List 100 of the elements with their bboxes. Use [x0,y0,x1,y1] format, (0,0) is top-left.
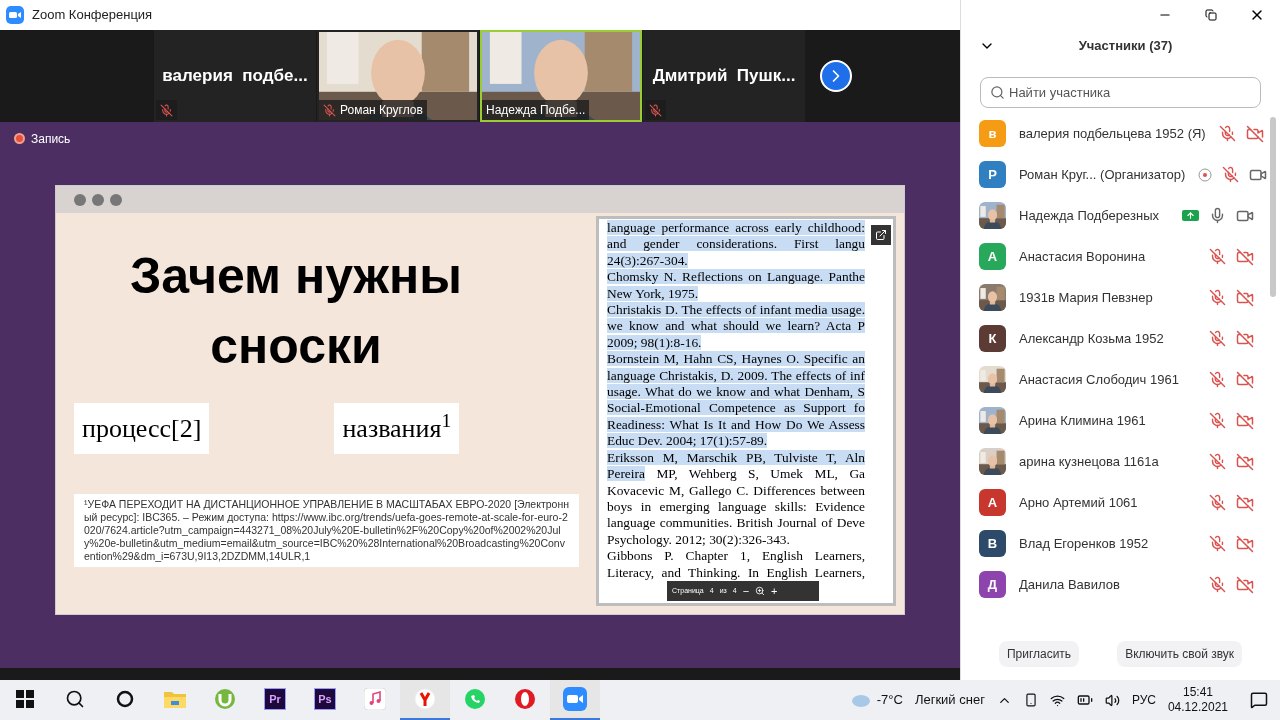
video-tile[interactable]: валерия подбе... [154,30,316,122]
participant-row[interactable]: А Арно Артемий 1061 [961,482,1280,523]
muted-mic-icon[interactable] [1218,125,1236,142]
video-off-icon[interactable] [1236,370,1254,389]
app-icon: Ps [314,688,336,710]
phone-icon[interactable] [1023,693,1038,707]
muted-mic-icon[interactable] [1209,453,1226,470]
participant-name: Данила Вавилов [1019,575,1120,594]
participant-row[interactable]: 1931в Мария Певзнер [961,277,1280,318]
temperature: -7°C [876,691,903,710]
participant-name: 1931в Мария Певзнер [1019,288,1153,307]
video-off-icon[interactable] [1236,493,1254,512]
participant-row[interactable]: Д Данила Вавилов [961,564,1280,605]
video-camera-icon [563,687,587,711]
weather-cloud-icon [850,692,871,708]
video-off-icon[interactable] [1245,124,1264,143]
chat-icon [464,688,486,710]
document-line: Literacy, and Thinking. In English Learners, [607,564,865,581]
zoom-in-button[interactable]: + [771,582,778,600]
participant-name: валерия подбе... [162,65,308,88]
participant-name: Арно Артемий 1061 [1019,493,1138,512]
footer-button[interactable]: Включить свой звук [1117,641,1243,667]
video-tile[interactable]: Дмитрий Пушк... [643,30,805,122]
participant-row[interactable]: Р Роман Круг... (Организатор) [961,154,1280,195]
record-icon [14,133,25,144]
participant-row[interactable]: арина кузнецова 1161а [961,441,1280,482]
taskbar-button[interactable]: Ps [300,680,350,720]
video-off-icon[interactable] [1236,247,1254,266]
avatar: К [979,325,1006,352]
participant-row[interactable]: К Александр Козьма 1952 [961,318,1280,359]
document-line: language communities. British Journal of Deve [607,515,865,532]
participant-name: Роман Круглов [340,102,423,119]
window-title: Zoom Конференция [32,6,153,25]
windows-icon [16,690,34,708]
participant-name: Роман Круг... (Организатор) [1019,165,1186,184]
participant-name: Анастасия Воронина [1019,247,1146,266]
avatar: А [979,243,1006,270]
muted-mic-icon[interactable] [1209,330,1226,347]
participant-name: Александр Козьма 1952 [1019,329,1164,348]
video-off-icon[interactable] [1236,288,1254,307]
app-logo-icon [6,6,24,24]
search-icon [990,85,1005,100]
example-text: процесс[2] [74,403,210,454]
video-off-icon[interactable] [1236,411,1254,430]
participant-name: арина кузнецова 1161а [1019,452,1159,471]
muted-mic-icon[interactable] [1209,535,1226,552]
footnote-text: ¹УЕФА ПЕРЕХОДИТ НА ДИСТАНЦИОННОЕ УПРАВЛЕНИЕ В МАСШТАБАХ ЕВРО-2020 [Электронный ресурс]: IBC365. – Режим доступа: https://www.ibc.org/trends/uefa-goes-remote-at-scale-for-euro-2020/7624.article?utm_campaign=443271_08%20July%20E-bulletin%2F%20Copy%20of%2002%20July%20e-bulletin&utm_medium=email&utm_source=IBC%20%28International%20Broadcasting%20Convention%29&dm_i=673U,9I13,2DZDMM,14ULR,1 [74,494,579,567]
clock-time[interactable]: 15:41 [1182,685,1213,700]
wifi-icon[interactable] [1049,692,1065,708]
avatar: Р [979,161,1006,188]
participant-name: Анастасия Слободич 1961 [1019,370,1179,389]
browser-icon [414,688,436,710]
footer-button[interactable]: Пригласить [998,641,1080,667]
participant-row[interactable]: Анастасия Слободич 1961 [961,359,1280,400]
video-off-icon[interactable] [1236,452,1254,471]
weather-condition: Легкий снег [914,691,985,710]
volume-icon[interactable] [1104,692,1120,708]
participant-name: Дмитрий Пушк... [652,65,796,88]
battery-icon[interactable] [1076,692,1093,708]
muted-mic-icon[interactable] [1209,248,1226,265]
muted-mic-icon[interactable] [1209,494,1226,511]
mic-icon[interactable] [1209,207,1226,224]
video-off-icon[interactable] [1236,534,1254,553]
search-field[interactable]: Найти участника [980,77,1261,108]
circle-icon [116,690,134,708]
participant-row[interactable]: А Анастасия Воронина [961,236,1280,277]
clock-date[interactable]: 04.12.2021 [1167,700,1228,715]
recording-label: Запись [31,130,71,148]
video-off-icon[interactable] [1236,575,1254,594]
participant-row[interactable]: Надежда Подберезных [961,195,1280,236]
muted-mic-icon[interactable] [1209,576,1226,593]
video-off-icon[interactable] [1236,329,1254,348]
next-button[interactable] [820,60,852,92]
muted-mic-icon[interactable] [1209,289,1226,306]
document-line: boys in emerging language skills: Evidence [607,498,865,516]
document-line: Pereira MP, Wehberg S, Umek ML, Ga [607,466,865,483]
taskbar-button[interactable]: Pr [250,680,300,720]
panel-title: Участники (37) [1077,37,1173,56]
participant-name: Арина Климина 1961 [1019,411,1146,430]
participant-name: Надежда Подберезных [1019,206,1159,225]
avatar: А [979,489,1006,516]
video-tile[interactable]: Надежда Подбе... [480,30,642,122]
opera-icon [514,688,536,710]
language-indicator[interactable]: РУС [1131,691,1156,709]
notifications-icon[interactable] [1250,691,1268,709]
app-icon: Pr [264,688,286,710]
participant-row[interactable]: В Влад Егоренков 1952 [961,523,1280,564]
participant-row[interactable]: Арина Климина 1961 [961,400,1280,441]
muted-mic-icon[interactable] [1222,166,1240,183]
participant-row[interactable]: в валерия подбельцева 1952 (Я) [961,113,1280,154]
zoom-out-button[interactable]: − [742,582,750,600]
avatar: Д [979,571,1006,598]
participant-name: Влад Егоренков 1952 [1019,534,1149,553]
muted-mic-icon[interactable] [1209,371,1226,388]
participant-name: валерия подбельцева 1952 (Я) [1019,124,1206,143]
video-tile[interactable]: Роман Круглов [317,30,479,122]
participant-name: Надежда Подбе... [486,102,586,119]
muted-mic-icon[interactable] [1209,412,1226,429]
zoom-icon[interactable] [755,586,766,596]
open-external-icon[interactable] [871,225,891,245]
